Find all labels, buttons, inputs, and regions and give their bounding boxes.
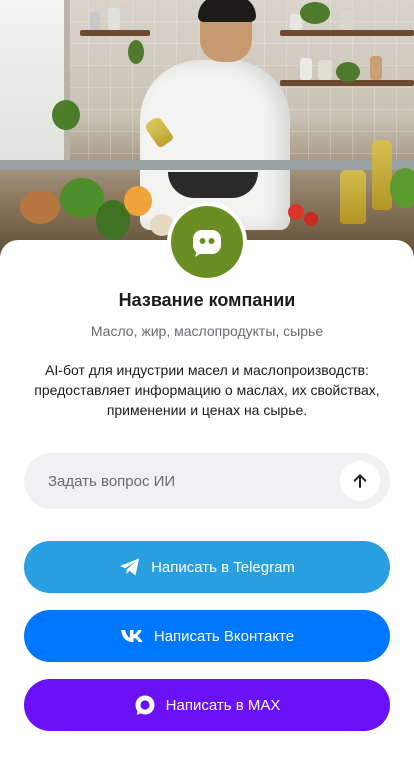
avatar-circle [171,206,243,278]
send-button[interactable] [340,461,380,501]
max-button[interactable]: Написать в MAX [24,679,390,731]
vk-button[interactable]: Написать Вконтакте [24,610,390,662]
vk-icon [120,629,144,643]
page: Название компании Масло, жир, маслопроду… [0,0,414,770]
max-button-label: Написать в MAX [165,696,281,714]
telegram-icon [119,557,141,577]
vk-button-label: Написать Вконтакте [153,627,295,645]
company-avatar [167,202,247,282]
chat-bot-icon [193,230,221,257]
telegram-button[interactable]: Написать в Telegram [24,541,390,593]
ask-ai-input[interactable] [48,453,338,509]
company-subtitle: Масло, жир, маслопродукты, сырье [90,323,324,339]
telegram-button-label: Написать в Telegram [151,558,295,576]
max-icon [134,694,156,716]
company-description: AI-бот для индустрии масел и маслопроизв… [34,362,380,418]
arrow-up-icon [353,474,367,488]
ask-ai-box [24,453,390,509]
company-name: Название компании [118,290,296,310]
